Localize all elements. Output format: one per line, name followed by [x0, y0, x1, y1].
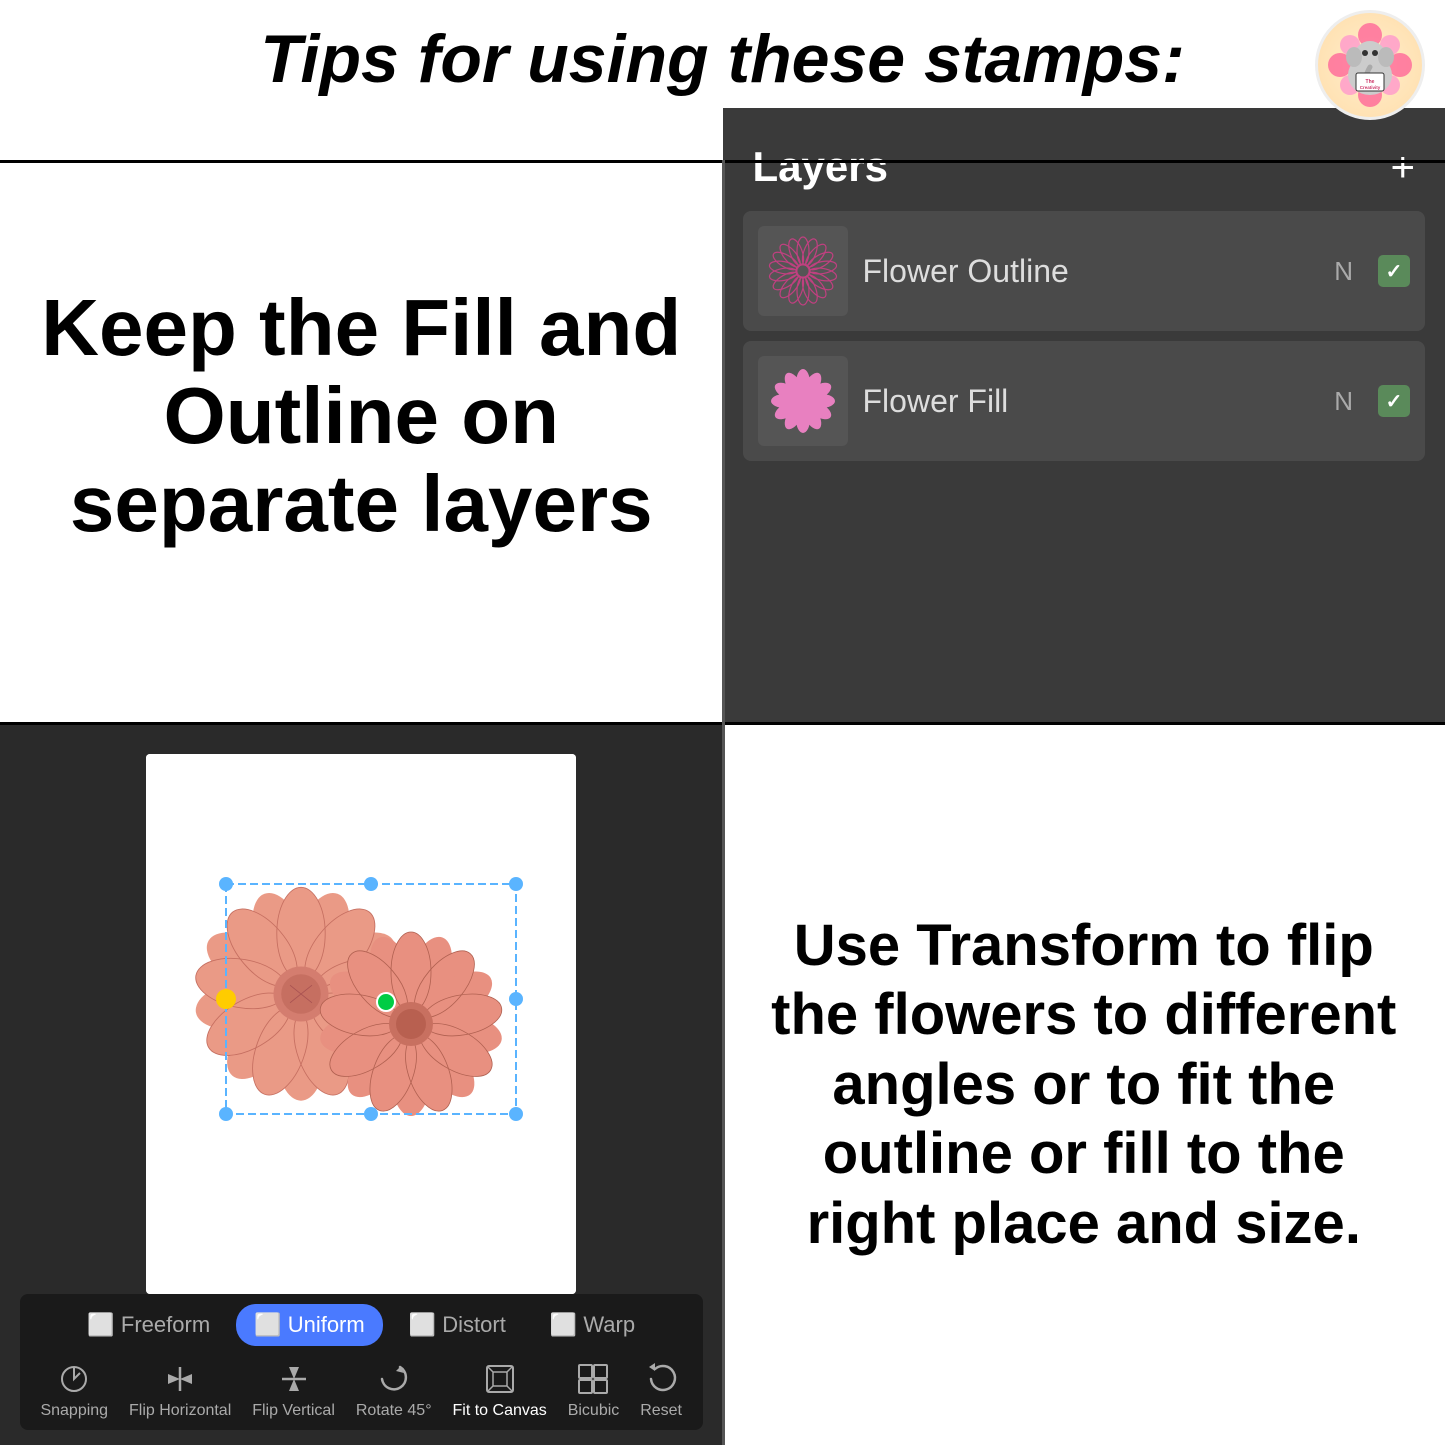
toolbar-tabs: ⬜ Freeform ⬜ Uniform ⬜ Distort ⬜ Warp: [20, 1304, 703, 1346]
tool-rotate45[interactable]: Rotate 45°: [356, 1359, 432, 1420]
layer-mode-outline: N: [1334, 256, 1353, 287]
rotate45-label: Rotate 45°: [356, 1402, 432, 1420]
header: Tips for using these stamps:: [0, 0, 1445, 108]
layer-thumb-fill-svg: [763, 361, 843, 441]
top-left-panel: Keep the Fill and Outline on separate la…: [0, 108, 723, 724]
distort-icon: ⬜: [409, 1312, 436, 1337]
tab-warp-label: Warp: [583, 1312, 635, 1337]
tab-freeform[interactable]: ⬜ Freeform: [69, 1304, 228, 1346]
freeform-icon: ⬜: [87, 1312, 114, 1337]
tool-snapping[interactable]: Snapping: [40, 1359, 108, 1420]
tab-distort[interactable]: ⬜ Distort: [391, 1304, 524, 1346]
layer-name-outline: Flower Outline: [863, 253, 1320, 290]
tab-distort-label: Distort: [442, 1312, 506, 1337]
fit-canvas-label: Fit to Canvas: [453, 1402, 547, 1420]
flip-v-label: Flip Vertical: [252, 1402, 335, 1420]
svg-text:Creativity: Creativity: [1360, 85, 1381, 90]
layer-thumbnail-outline: [758, 226, 848, 316]
use-transform-text: Use Transform to flip the flowers to dif…: [753, 911, 1416, 1259]
layer-item-outline[interactable]: Flower Outline N: [743, 211, 1426, 331]
bicubic-label: Bicubic: [568, 1402, 620, 1420]
tool-flip-h[interactable]: Flip Horizontal: [129, 1359, 231, 1420]
layer-thumb-outline-svg: [763, 231, 843, 311]
tab-uniform-label: Uniform: [288, 1312, 365, 1337]
layer-item-fill[interactable]: Flower Fill N: [743, 341, 1426, 461]
bicubic-icon: [573, 1359, 613, 1399]
uniform-icon: ⬜: [254, 1312, 281, 1337]
canvas-svg: [146, 754, 576, 1294]
layer-visibility-fill[interactable]: [1378, 385, 1410, 417]
toolbar-tools: Snapping Flip Horizontal Flip Vertical: [20, 1354, 703, 1425]
tool-bicubic[interactable]: Bicubic: [568, 1359, 620, 1420]
tab-uniform[interactable]: ⬜ Uniform: [236, 1304, 383, 1346]
logo-badge: The Creativity: [1315, 10, 1425, 120]
keep-fill-text: Keep the Fill and Outline on separate la…: [30, 284, 693, 548]
toolbar: ⬜ Freeform ⬜ Uniform ⬜ Distort ⬜ Warp: [20, 1294, 703, 1430]
logo-svg: The Creativity: [1320, 15, 1420, 115]
snapping-icon: [54, 1359, 94, 1399]
layer-mode-fill: N: [1334, 386, 1353, 417]
layer-name-fill: Flower Fill: [863, 383, 1320, 420]
rotate45-icon: [374, 1359, 414, 1399]
layers-title: Layers: [753, 143, 888, 191]
flip-horizontal-icon: [160, 1359, 200, 1399]
fit-canvas-icon: [480, 1359, 520, 1399]
layer-thumbnail-fill: [758, 356, 848, 446]
tab-freeform-label: Freeform: [121, 1312, 210, 1337]
tool-fit-canvas[interactable]: Fit to Canvas: [453, 1359, 547, 1420]
bottom-left-panel: ⬜ Freeform ⬜ Uniform ⬜ Distort ⬜ Warp: [0, 724, 723, 1445]
tab-warp[interactable]: ⬜ Warp: [532, 1304, 653, 1346]
bottom-right-panel: Use Transform to flip the flowers to dif…: [723, 724, 1445, 1445]
page: Tips for using these stamps:: [0, 0, 1445, 1445]
layer-visibility-outline[interactable]: [1378, 255, 1410, 287]
canvas-area[interactable]: [146, 754, 576, 1294]
layers-add-button[interactable]: +: [1390, 146, 1415, 188]
reset-label: Reset: [640, 1402, 682, 1420]
reset-icon: [641, 1359, 681, 1399]
layers-header: Layers +: [743, 128, 1426, 211]
layers-panel: Layers +: [723, 108, 1445, 724]
flip-vertical-icon: [274, 1359, 314, 1399]
tool-flip-v[interactable]: Flip Vertical: [252, 1359, 335, 1420]
snapping-label: Snapping: [40, 1402, 108, 1420]
warp-icon: ⬜: [550, 1312, 577, 1337]
flip-h-label: Flip Horizontal: [129, 1402, 231, 1420]
tool-reset[interactable]: Reset: [640, 1359, 682, 1420]
header-title: Tips for using these stamps:: [260, 20, 1184, 98]
